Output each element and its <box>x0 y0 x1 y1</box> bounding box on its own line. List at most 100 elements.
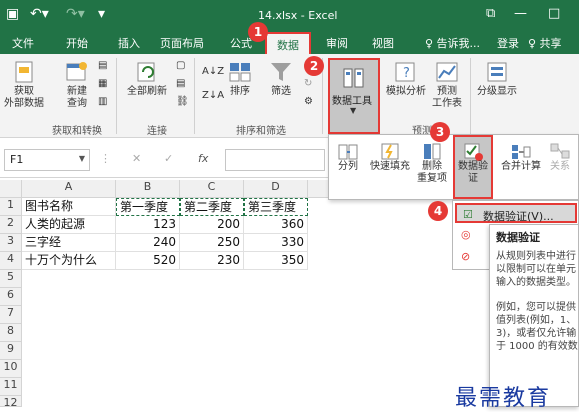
flash-fill-button[interactable]: 快速填充 <box>367 141 413 173</box>
column-header[interactable] <box>308 180 330 198</box>
tab-file[interactable]: 文件 <box>12 35 34 51</box>
group-label-sort-filter: 排序和筛选 <box>236 126 286 137</box>
table-cell[interactable]: 123 <box>116 216 180 234</box>
advanced-filter-icon[interactable]: ⚙ <box>304 96 313 107</box>
data-tools-button[interactable]: 数据工具 ▼ <box>328 58 380 134</box>
select-all-corner[interactable] <box>0 180 22 198</box>
table-cell[interactable]: 200 <box>180 216 244 234</box>
circle-invalid-icon: ◎ <box>461 228 471 241</box>
sort-button[interactable]: 排序 <box>224 60 256 98</box>
text-to-columns-button[interactable]: 分列 <box>333 141 363 173</box>
table-cell[interactable]: 350 <box>244 252 308 270</box>
table-cell[interactable]: 第三季度 <box>244 198 308 216</box>
forecast-sheet-label: 预测 工作表 <box>432 86 462 109</box>
insert-function-icon[interactable]: fx <box>198 152 208 165</box>
column-header[interactable]: C <box>180 180 244 198</box>
tooltip-paragraph-2: 例如，您可以提供 值列表(例如，1、 3)，或者仅允许输 于 1000 的有效数 <box>496 302 578 352</box>
name-box[interactable]: F1 ▼ <box>4 149 90 171</box>
customize-quick-access-icon[interactable]: ▾ <box>98 6 105 22</box>
tab-review[interactable]: 审阅 <box>326 35 348 51</box>
table-cell[interactable]: 十万个为什么 <box>22 252 116 270</box>
row-header[interactable]: 8 <box>0 324 22 342</box>
filter-button[interactable]: 筛选 <box>266 60 296 98</box>
consolidate-button[interactable]: 合并计算 <box>499 141 543 173</box>
remove-duplicates-button[interactable]: 删除 重复项 <box>417 141 447 185</box>
row-header[interactable]: 10 <box>0 360 22 378</box>
database-icon <box>15 61 33 83</box>
refresh-all-label: 全部刷新 <box>127 86 167 97</box>
recent-sources-icon[interactable]: ▥ <box>98 96 107 107</box>
cancel-icon[interactable]: ✕ <box>132 152 141 165</box>
from-table-icon[interactable]: ▦ <box>98 78 107 89</box>
table-cell[interactable]: 360 <box>244 216 308 234</box>
step-badge-4: 4 <box>428 201 448 221</box>
enter-icon[interactable]: ✓ <box>164 152 173 165</box>
tab-data[interactable]: 数据 <box>265 32 311 54</box>
table-cell[interactable]: 240 <box>116 234 180 252</box>
tab-home[interactable]: 开始 <box>66 35 88 51</box>
sign-in-link[interactable]: 登录 <box>497 35 519 51</box>
get-external-data-label: 获取 外部数据 <box>4 86 44 109</box>
table-cell[interactable]: 人类的起源 <box>22 216 116 234</box>
row-header[interactable]: 2 <box>0 216 22 234</box>
row-header[interactable]: 7 <box>0 306 22 324</box>
relationships-button[interactable]: 关系 <box>545 141 575 173</box>
row-header[interactable]: 12 <box>0 396 22 409</box>
name-box-dropdown-icon[interactable]: ▼ <box>79 154 85 163</box>
data-validation-button[interactable]: 数据验 证 <box>453 135 493 199</box>
group-label-connections: 连接 <box>147 126 167 137</box>
row-header[interactable]: 3 <box>0 234 22 252</box>
what-if-analysis-button[interactable]: ? 模拟分析 <box>384 60 428 98</box>
menu-item-label: 数据验证(V)... <box>483 210 554 223</box>
row-header[interactable]: 6 <box>0 288 22 306</box>
minimize-button[interactable]: — <box>514 6 527 21</box>
table-cell[interactable]: 250 <box>180 234 244 252</box>
row-header[interactable]: 4 <box>0 252 22 270</box>
tab-view[interactable]: 视图 <box>372 35 394 51</box>
save-icon[interactable]: ▣ <box>6 6 19 22</box>
connections-icon[interactable]: ▢ <box>176 60 185 71</box>
tab-insert[interactable]: 插入 <box>118 35 140 51</box>
get-external-data-button[interactable]: 获取 外部数据 <box>4 60 44 110</box>
table-cell[interactable]: 三字经 <box>22 234 116 252</box>
ribbon-display-options-icon[interactable]: ⧉ <box>486 6 495 21</box>
row-header[interactable]: 11 <box>0 378 22 396</box>
new-query-label: 新建 查询 <box>67 86 87 109</box>
sort-ascending-icon[interactable]: A↓Z <box>202 66 224 77</box>
new-query-button[interactable]: 新建 查询 <box>60 60 94 110</box>
tab-page-layout[interactable]: 页面布局 <box>160 35 204 51</box>
sort-label: 排序 <box>230 86 250 97</box>
forecast-sheet-button[interactable]: 预测 工作表 <box>430 60 464 110</box>
table-cell[interactable]: 图书名称 <box>22 198 116 216</box>
redo-icon[interactable]: ↷▾ <box>66 6 85 22</box>
share-button[interactable]: ♀ 共享 <box>528 35 562 51</box>
row-header[interactable]: 9 <box>0 342 22 360</box>
maximize-button[interactable]: □ <box>548 6 560 21</box>
properties-icon[interactable]: ▤ <box>176 78 185 89</box>
row-header[interactable]: 1 <box>0 198 22 216</box>
row-header[interactable]: 5 <box>0 270 22 288</box>
ribbon-data: 获取 外部数据 新建 查询 ▤ ▦ ▥ 获取和转换 全部刷新 ▢ ▤ ⛓ 连接 … <box>0 54 579 138</box>
formula-input[interactable] <box>225 149 325 171</box>
edit-links-icon[interactable]: ⛓ <box>176 96 189 107</box>
table-cell[interactable]: 第一季度 <box>116 198 180 216</box>
column-header[interactable]: D <box>244 180 308 198</box>
table-cell[interactable]: 第二季度 <box>180 198 244 216</box>
refresh-all-button[interactable]: 全部刷新 <box>124 60 170 98</box>
outline-button[interactable]: 分级显示 <box>472 60 522 98</box>
undo-icon[interactable]: ↶▾ <box>30 6 49 22</box>
data-tools-icon <box>343 68 364 88</box>
show-queries-icon[interactable]: ▤ <box>98 60 107 71</box>
table-cell[interactable]: 330 <box>244 234 308 252</box>
menu-item-data-validation[interactable]: ☑ 数据验证(V)... <box>455 203 577 223</box>
tell-me-search[interactable]: ♀ 告诉我... <box>425 35 480 51</box>
table-cell[interactable]: 520 <box>116 252 180 270</box>
flash-fill-icon <box>381 143 399 160</box>
reapply-filter-icon[interactable]: ↻ <box>304 78 312 89</box>
title-bar: ▣ ↶▾ ↷▾ ▾ 14.xlsx - Excel ⧉ — □ <box>0 0 579 32</box>
column-header[interactable]: A <box>22 180 116 198</box>
table-cell[interactable]: 230 <box>180 252 244 270</box>
column-header[interactable]: B <box>116 180 180 198</box>
new-query-icon <box>66 62 87 81</box>
sort-descending-icon[interactable]: Z↓A <box>202 90 224 101</box>
